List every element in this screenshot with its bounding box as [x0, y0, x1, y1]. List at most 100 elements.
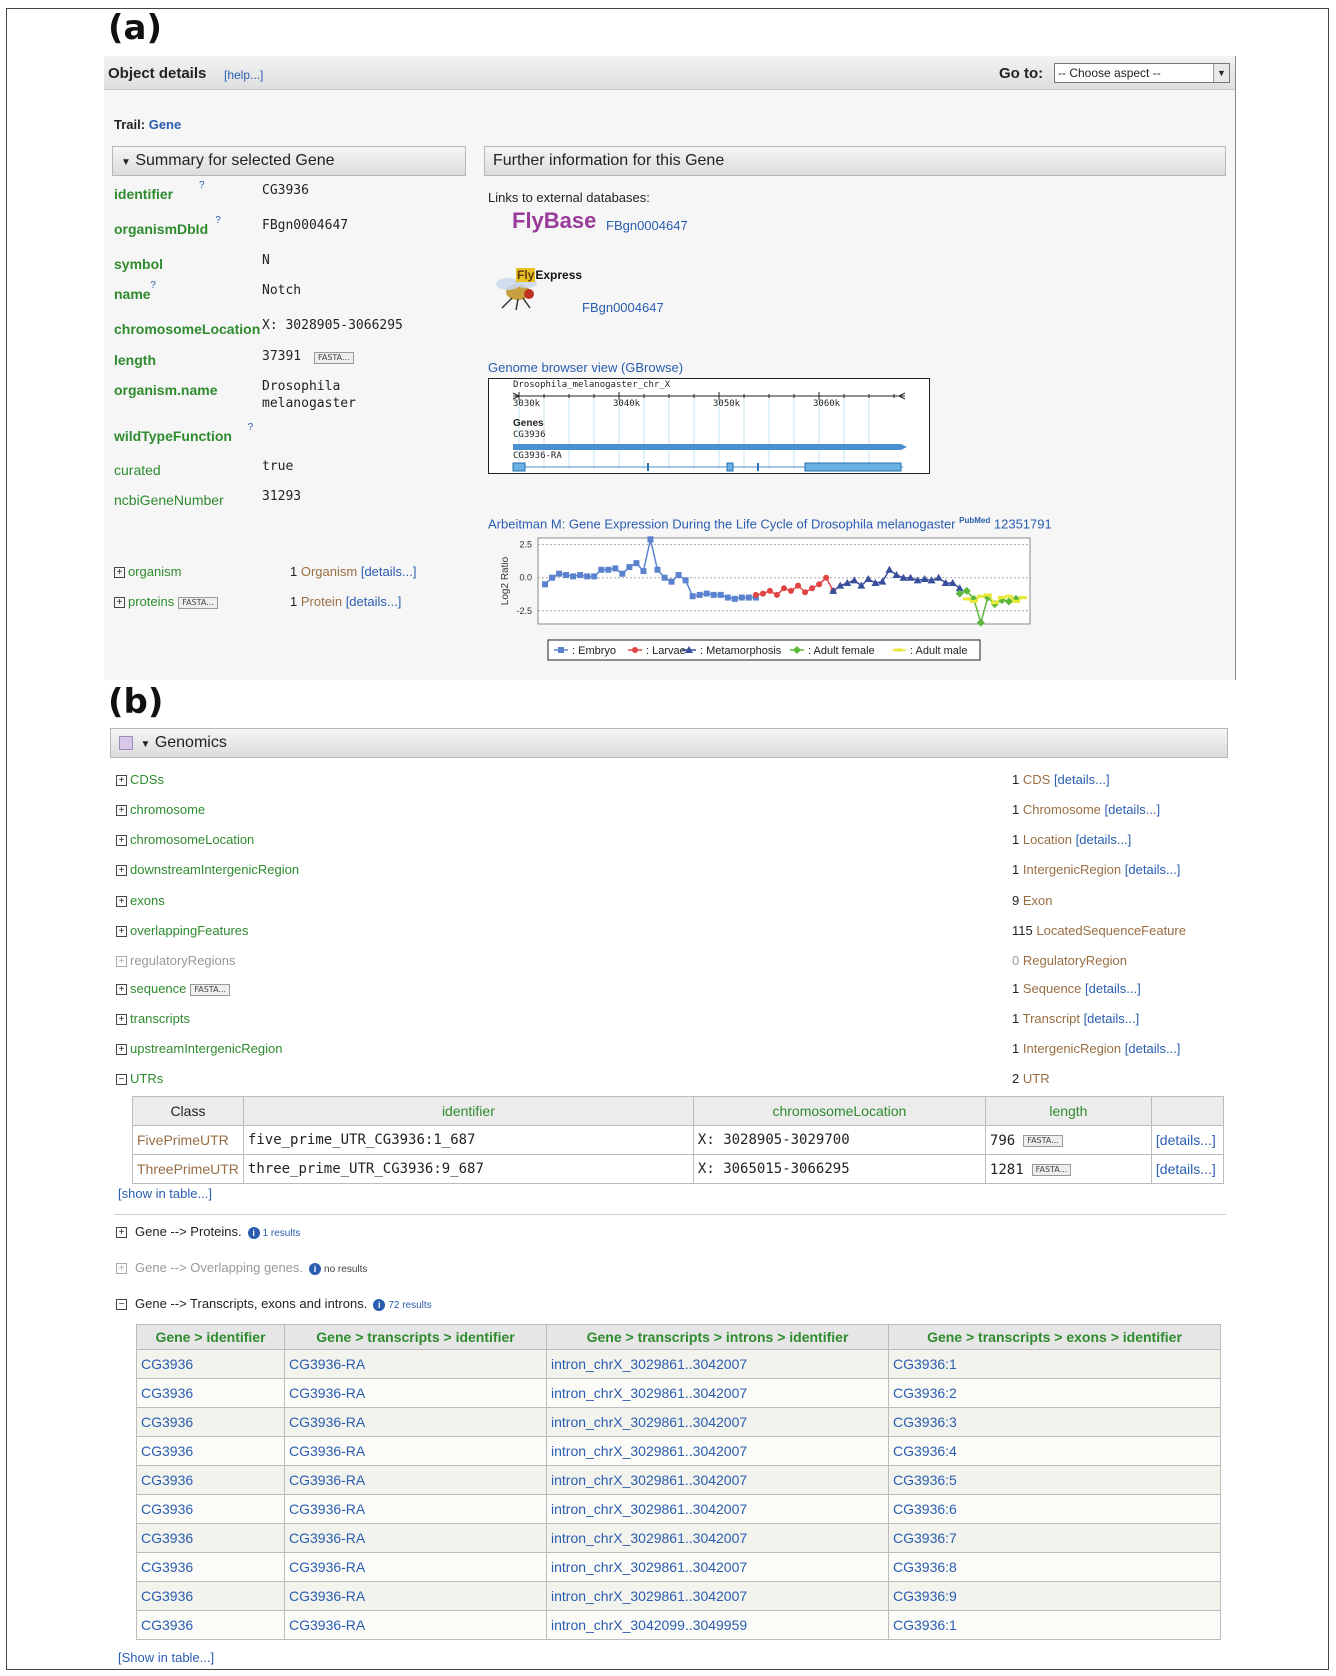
- flybase-link[interactable]: FBgn0004647: [606, 218, 688, 233]
- result-cell-link[interactable]: CG3936: [136, 1378, 285, 1408]
- result-cell-link[interactable]: CG3936:8: [888, 1552, 1221, 1582]
- utr-row[interactable]: ThreePrimeUTR three_prime_UTR_CG3936:9_68…: [132, 1154, 1224, 1184]
- genomics-collection-row[interactable]: + CDSs 1 CDS [details...]: [116, 772, 1226, 787]
- pubmed-id-link[interactable]: 12351791: [994, 516, 1052, 531]
- utr-col-class[interactable]: Class: [132, 1096, 244, 1126]
- result-cell-link[interactable]: CG3936-RA: [284, 1581, 547, 1611]
- expand-icon[interactable]: +: [116, 896, 127, 908]
- result-cell-link[interactable]: CG3936:1: [888, 1349, 1221, 1379]
- help-icon[interactable]: ?: [215, 215, 221, 226]
- details-link[interactable]: [details...]: [1150, 1154, 1224, 1184]
- result-cell-link[interactable]: CG3936:4: [888, 1436, 1221, 1466]
- details-link[interactable]: [details...]: [346, 594, 402, 609]
- help-icon[interactable]: ?: [150, 280, 156, 291]
- result-cell-link[interactable]: CG3936: [136, 1494, 285, 1524]
- aspect-select[interactable]: -- Choose aspect -- ▼: [1054, 63, 1230, 83]
- trail-gene-link[interactable]: Gene: [149, 117, 182, 132]
- result-cell-link[interactable]: CG3936-RA: [284, 1610, 547, 1640]
- collection-row[interactable]: + proteins FASTA... 1 Protein [details...]: [114, 594, 474, 609]
- result-cell-link[interactable]: CG3936:1: [888, 1610, 1221, 1640]
- result-cell-link[interactable]: intron_chrX_3029861..3042007: [546, 1581, 889, 1611]
- result-cell-link[interactable]: intron_chrX_3029861..3042007: [546, 1465, 889, 1495]
- result-cell-link[interactable]: intron_chrX_3029861..3042007: [546, 1378, 889, 1408]
- genomics-collection-row[interactable]: + exons 9 Exon: [116, 893, 1226, 908]
- expand-icon[interactable]: +: [116, 835, 127, 847]
- summary-header[interactable]: ▼ Summary for selected Gene: [112, 146, 466, 176]
- utr-class-cell[interactable]: FivePrimeUTR: [132, 1125, 244, 1155]
- collection-name[interactable]: proteins: [128, 594, 174, 609]
- fasta-button[interactable]: FASTA...: [190, 983, 231, 996]
- results-col-intron[interactable]: Gene > transcripts > introns > identifie…: [546, 1324, 889, 1350]
- genomics-header[interactable]: ▼ Genomics: [110, 728, 1228, 758]
- template-row[interactable]: − Gene --> Transcripts, exons and introns…: [116, 1296, 432, 1311]
- utr-class-cell[interactable]: ThreePrimeUTR: [132, 1154, 244, 1184]
- collection-name[interactable]: transcripts: [130, 1011, 190, 1026]
- collection-name[interactable]: chromosomeLocation: [130, 832, 254, 847]
- result-cell-link[interactable]: CG3936: [136, 1552, 285, 1582]
- details-link[interactable]: [details...]: [1054, 772, 1110, 787]
- details-link[interactable]: [details...]: [1150, 1125, 1224, 1155]
- result-cell-link[interactable]: CG3936-RA: [284, 1552, 547, 1582]
- results-show-in-table-link[interactable]: [Show in table...]: [118, 1650, 214, 1665]
- template-row[interactable]: + Gene --> Proteins. i 1 results: [116, 1224, 300, 1239]
- collection-name[interactable]: chromosome: [130, 802, 205, 817]
- expand-icon[interactable]: +: [116, 1014, 127, 1026]
- result-cell-link[interactable]: CG3936:3: [888, 1407, 1221, 1437]
- expand-icon[interactable]: +: [116, 775, 127, 787]
- result-cell-link[interactable]: CG3936:5: [888, 1465, 1221, 1495]
- expand-icon[interactable]: +: [114, 597, 125, 609]
- result-cell-link[interactable]: intron_chrX_3029861..3042007: [546, 1407, 889, 1437]
- result-cell-link[interactable]: CG3936: [136, 1407, 285, 1437]
- result-cell-link[interactable]: intron_chrX_3029861..3042007: [546, 1349, 889, 1379]
- utr-col-identifier[interactable]: identifier: [242, 1096, 694, 1126]
- result-cell-link[interactable]: intron_chrX_3029861..3042007: [546, 1436, 889, 1466]
- genomics-collection-row[interactable]: + transcripts 1 Transcript [details...]: [116, 1011, 1226, 1026]
- flyexpress-link[interactable]: FBgn0004647: [582, 300, 664, 315]
- gbrowse-view[interactable]: Drosophila_melanogaster_chr_X 3030k 3040k…: [488, 378, 930, 474]
- expand-icon[interactable]: +: [116, 984, 127, 996]
- results-col-gene[interactable]: Gene > identifier: [136, 1324, 285, 1350]
- result-cell-link[interactable]: CG3936-RA: [284, 1523, 547, 1553]
- details-link[interactable]: [details...]: [361, 564, 417, 579]
- expand-icon[interactable]: +: [116, 805, 127, 817]
- results-col-transcript[interactable]: Gene > transcripts > identifier: [284, 1324, 547, 1350]
- utr-row[interactable]: FivePrimeUTR five_prime_UTR_CG3936:1_687 X…: [132, 1125, 1224, 1155]
- result-cell-link[interactable]: CG3936-RA: [284, 1407, 547, 1437]
- result-cell-link[interactable]: CG3936: [136, 1523, 285, 1553]
- collection-name[interactable]: sequence: [130, 981, 186, 996]
- gbrowse-link[interactable]: Genome browser view (GBrowse): [488, 360, 683, 375]
- help-icon[interactable]: ?: [248, 422, 254, 433]
- result-cell-link[interactable]: CG3936-RA: [284, 1436, 547, 1466]
- genomics-collection-row[interactable]: + overlappingFeatures 115 LocatedSequenceF…: [116, 923, 1226, 938]
- expand-icon[interactable]: +: [116, 926, 127, 938]
- fasta-button[interactable]: FASTA...: [314, 352, 354, 364]
- collection-name[interactable]: UTRs: [130, 1071, 163, 1086]
- genomics-collection-row[interactable]: + downstreamIntergenicRegion 1 IntergenicR…: [116, 862, 1226, 877]
- collection-name[interactable]: exons: [130, 893, 165, 908]
- expand-icon[interactable]: +: [114, 567, 125, 579]
- flybase-logo[interactable]: FlyBase: [512, 208, 596, 234]
- collection-row[interactable]: + organism 1 Organism [details...]: [114, 564, 474, 579]
- collection-name[interactable]: CDSs: [130, 772, 164, 787]
- template-results[interactable]: 1 results: [263, 1228, 301, 1239]
- genomics-collection-row[interactable]: + chromosome 1 Chromosome [details...]: [116, 802, 1226, 817]
- genomics-collection-row[interactable]: + upstreamIntergenicRegion 1 IntergenicReg…: [116, 1041, 1226, 1056]
- collection-name[interactable]: upstreamIntergenicRegion: [130, 1041, 282, 1056]
- expand-icon[interactable]: +: [116, 1227, 127, 1239]
- result-cell-link[interactable]: CG3936: [136, 1349, 285, 1379]
- collapse-icon[interactable]: −: [116, 1299, 127, 1311]
- result-cell-link[interactable]: CG3936-RA: [284, 1465, 547, 1495]
- expand-icon[interactable]: +: [116, 1044, 127, 1056]
- result-cell-link[interactable]: CG3936-RA: [284, 1349, 547, 1379]
- genomics-collection-row[interactable]: + chromosomeLocation 1 Location [details..…: [116, 832, 1226, 847]
- collection-name[interactable]: downstreamIntergenicRegion: [130, 862, 299, 877]
- fasta-button[interactable]: FASTA...: [1031, 1163, 1072, 1176]
- details-link[interactable]: [details...]: [1125, 1041, 1181, 1056]
- result-cell-link[interactable]: intron_chrX_3042099..3049959: [546, 1610, 889, 1640]
- result-cell-link[interactable]: CG3936: [136, 1581, 285, 1611]
- result-cell-link[interactable]: CG3936:6: [888, 1494, 1221, 1524]
- chevron-down-icon[interactable]: ▼: [1213, 64, 1229, 82]
- result-cell-link[interactable]: CG3936-RA: [284, 1378, 547, 1408]
- result-cell-link[interactable]: CG3936: [136, 1465, 285, 1495]
- fasta-button[interactable]: FASTA...: [1023, 1134, 1063, 1147]
